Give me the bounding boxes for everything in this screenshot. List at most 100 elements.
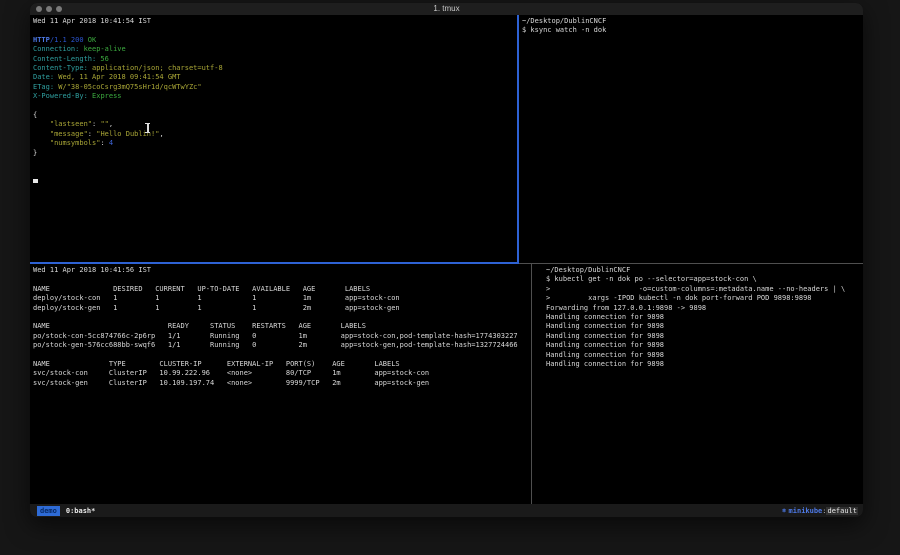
mouse-text-cursor [145, 123, 151, 133]
terminal-line [33, 351, 531, 360]
terminal-text-segment: "message" [50, 130, 88, 138]
terminal-line: > -o=custom-columns=:metadata.name --no-… [546, 285, 863, 294]
terminal-text-segment: Content-Type: [33, 64, 88, 72]
terminal-text-segment: HTTP [33, 36, 50, 44]
terminal-line: ETag: W/"38-05coCsrg3mQ75sHr1d/qcWTwYZc" [33, 83, 517, 92]
window-title: 1. tmux [30, 3, 863, 15]
terminal-text-segment: Content-Length: [33, 55, 96, 63]
terminal-line: Handling connection for 9898 [546, 313, 863, 322]
terminal-text-segment: ~/Desktop/DublinCNCF [522, 17, 606, 25]
terminal-line: Handling connection for 9898 [546, 351, 863, 360]
terminal-text-segment: deploy/stock-con 1 1 1 1 1m app=stock-co… [33, 294, 400, 302]
tmux-content: Wed 11 Apr 2018 10:41:54 IST HTTP/1.1 20… [30, 15, 863, 504]
terminal-text-segment: Wed 11 Apr 2018 10:41:54 IST [33, 17, 151, 25]
terminal-text-segment: $ kubectl get -n dok po --selector=app=s… [546, 275, 757, 283]
terminal-text-segment: Connection: [33, 45, 79, 53]
terminal-text-segment: Express [88, 92, 122, 100]
terminal-text-segment: po/stock-gen-576cc688bb-swqf6 1/1 Runnin… [33, 341, 518, 349]
kube-namespace: default [826, 507, 858, 515]
terminal-text-segment: Wed 11 Apr 2018 10:41:56 IST [33, 266, 151, 274]
terminal-text-segment: > -o=custom-columns=:metadata.name --no-… [546, 285, 845, 293]
terminal-line: Wed 11 Apr 2018 10:41:56 IST [33, 266, 531, 275]
terminal-text-segment: Wed, 11 Apr 2018 09:41:54 GMT [54, 73, 180, 81]
terminal-text-segment: ETag: [33, 83, 54, 91]
pane-http-response[interactable]: Wed 11 Apr 2018 10:41:54 IST HTTP/1.1 20… [30, 15, 517, 262]
terminal-text-segment: po/stock-con-5cc874766c-2p6rp 1/1 Runnin… [33, 332, 518, 340]
terminal-line: NAME DESIRED CURRENT UP-TO-DATE AVAILABL… [33, 285, 531, 294]
terminal-line [33, 26, 517, 35]
terminal-text-segment: X-Powered-By: [33, 92, 88, 100]
pane-kubectl-get[interactable]: Wed 11 Apr 2018 10:41:56 IST NAME DESIRE… [30, 264, 531, 504]
ibeam-shape [147, 124, 148, 132]
terminal-line: X-Powered-By: Express [33, 92, 517, 101]
terminal-line: po/stock-gen-576cc688bb-swqf6 1/1 Runnin… [33, 341, 531, 350]
terminal-line: deploy/stock-gen 1 1 1 1 2m app=stock-ge… [33, 304, 531, 313]
terminal-text-segment: Handling connection for 9898 [546, 313, 664, 321]
terminal-line [33, 275, 531, 284]
pane-ksync-watch[interactable]: ~/Desktop/DublinCNCF$ ksync watch -n dok [519, 15, 863, 262]
kube-status: ⎈ minikube : default [782, 506, 858, 515]
terminal-line: "message": "Hello Dublin!", [33, 130, 517, 139]
terminal-line: } [33, 149, 517, 158]
terminal-text-segment: "lastseen" [50, 120, 92, 128]
close-window-icon[interactable] [36, 6, 42, 12]
terminal-text-segment: 4 [109, 139, 113, 147]
terminal-text-segment: /1.1 200 [50, 36, 88, 44]
terminal-text-segment: "numsymbols" [50, 139, 101, 147]
terminal-text-segment: Handling connection for 9898 [546, 351, 664, 359]
terminal-line: ~/Desktop/DublinCNCF [546, 266, 863, 275]
terminal-text-segment: W/"38-05coCsrg3mQ75sHr1d/qcWTwYZc" [54, 83, 202, 91]
window-titlebar[interactable]: 1. tmux [30, 3, 863, 15]
status-bar-left: demo 0:bash* [37, 506, 95, 516]
terminal-line: Forwarding from 127.0.0.1:9898 -> 9898 [546, 304, 863, 313]
terminal-text-segment: Handling connection for 9898 [546, 341, 664, 349]
terminal-text-segment: , [109, 120, 113, 128]
terminal-text-segment: Forwarding from 127.0.0.1:9898 -> 9898 [546, 304, 706, 312]
terminal-text-segment: keep-alive [79, 45, 125, 53]
terminal-text-segment: Date: [33, 73, 54, 81]
terminal-text-segment: Handling connection for 9898 [546, 360, 664, 368]
terminal-text-segment: svc/stock-gen ClusterIP 10.109.197.74 <n… [33, 379, 429, 387]
terminal-line [33, 168, 517, 177]
terminal-line: $ kubectl get -n dok po --selector=app=s… [546, 275, 863, 284]
terminal-text-segment: : [88, 130, 96, 138]
terminal-line: "lastseen": "", [33, 120, 517, 129]
terminal-line: { [33, 111, 517, 120]
terminal-line: Connection: keep-alive [33, 45, 517, 54]
block-cursor [33, 179, 38, 183]
terminal-line: Wed 11 Apr 2018 10:41:54 IST [33, 17, 517, 26]
terminal-text-segment [33, 139, 50, 147]
zoom-window-icon[interactable] [56, 6, 62, 12]
minimize-window-icon[interactable] [46, 6, 52, 12]
terminal-line: NAME TYPE CLUSTER-IP EXTERNAL-IP PORT(S)… [33, 360, 531, 369]
terminal-line: Content-Type: application/json; charset=… [33, 64, 517, 73]
kubernetes-helm-icon: ⎈ [782, 506, 787, 515]
terminal-line: $ ksync watch -n dok [522, 26, 863, 35]
terminal-text-segment: Handling connection for 9898 [546, 332, 664, 340]
terminal-text-segment: OK [88, 36, 96, 44]
terminal-text-segment: Handling connection for 9898 [546, 322, 664, 330]
session-name-badge[interactable]: demo [37, 506, 60, 516]
terminal-text-segment: > xargs -IPOD kubectl -n dok port-forwar… [546, 294, 812, 302]
pane-port-forward[interactable]: ~/Desktop/DublinCNCF$ kubectl get -n dok… [543, 264, 863, 504]
terminal-text-segment [33, 120, 50, 128]
terminal-text-segment: 56 [96, 55, 109, 63]
terminal-text-segment: ~/Desktop/DublinCNCF [546, 266, 630, 274]
terminal-line: svc/stock-con ClusterIP 10.99.222.96 <no… [33, 369, 531, 378]
terminal-line: NAME READY STATUS RESTARTS AGE LABELS [33, 322, 531, 331]
window-list-item[interactable]: 0:bash* [66, 507, 96, 515]
terminal-text-segment: , [159, 130, 163, 138]
terminal-text-segment: $ ksync watch -n dok [522, 26, 606, 34]
terminal-window: 1. tmux Wed 11 Apr 2018 10:41:54 IST HTT… [30, 3, 863, 517]
terminal-line [33, 177, 517, 186]
terminal-line: ~/Desktop/DublinCNCF [522, 17, 863, 26]
terminal-line [33, 313, 531, 322]
pane-border-vertical-bottom [531, 264, 532, 504]
terminal-text-segment: : [100, 139, 108, 147]
terminal-text-segment: NAME READY STATUS RESTARTS AGE LABELS [33, 322, 366, 330]
terminal-line: Content-Length: 56 [33, 55, 517, 64]
terminal-line: svc/stock-gen ClusterIP 10.109.197.74 <n… [33, 379, 531, 388]
terminal-line [33, 102, 517, 111]
kube-context: minikube [789, 507, 823, 515]
terminal-text-segment: "" [100, 120, 108, 128]
